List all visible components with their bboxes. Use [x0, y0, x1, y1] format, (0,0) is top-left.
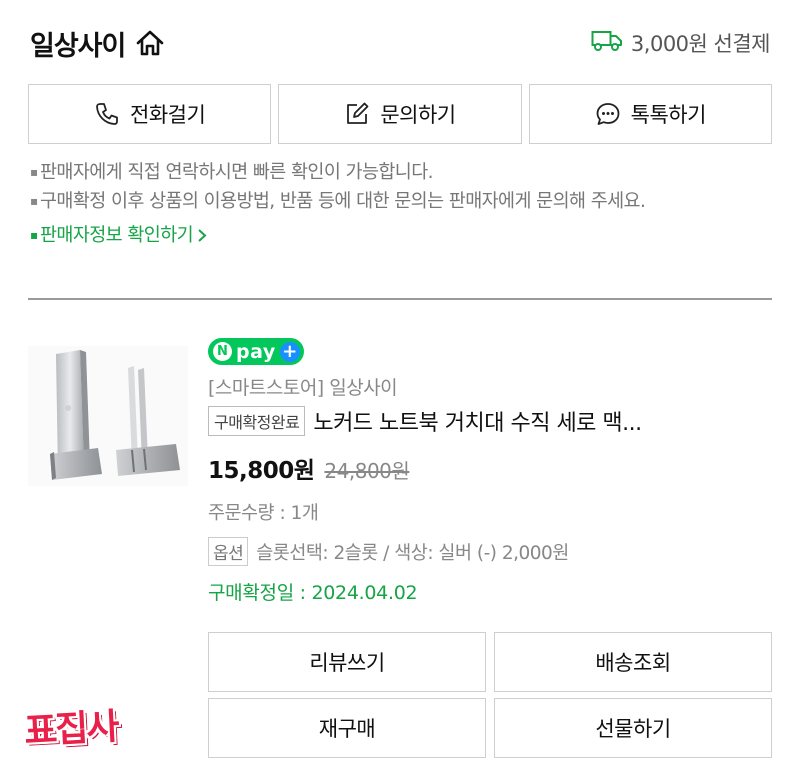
- call-button-label: 전화걸기: [130, 103, 206, 127]
- npay-label: pay: [236, 340, 276, 363]
- home-icon[interactable]: [135, 29, 165, 57]
- order-quantity: 주문수량 : 1개: [208, 503, 319, 524]
- seller-info-link[interactable]: ▪ 판매자정보 확인하기: [30, 221, 772, 259]
- option-tag: 옵션: [208, 537, 249, 566]
- chevron-right-icon: [196, 221, 208, 259]
- notice-list: ▪ 판매자에게 직접 연락하시면 빠른 확인이 가능합니다. ▪ 구매확정 이후…: [30, 158, 772, 259]
- order-actions: 리뷰쓰기 배송조회 재구매 선물하기: [208, 632, 772, 758]
- shipping-text: 3,000원 선결제: [630, 32, 771, 56]
- product-store: [스마트스토어] 일상사이: [208, 377, 398, 399]
- product-name[interactable]: 노커드 노트북 거치대 수직 세로 맥...: [313, 405, 641, 437]
- notice-text: 구매확정 이후 상품의 이용방법, 반품 등에 대한 문의는 판매자에게 문의해…: [40, 191, 646, 212]
- confirm-date: 구매확정일 : 2024.04.02: [208, 582, 418, 604]
- store-title[interactable]: 일상사이: [30, 24, 165, 63]
- bullet-icon: ▪: [30, 228, 38, 242]
- watermark-text: 표집사: [23, 706, 119, 753]
- talk-button-label: 톡톡하기: [630, 103, 707, 127]
- original-price: 24,800원: [324, 459, 410, 483]
- notice-item: ▪ 판매자에게 직접 연락하시면 빠른 확인이 가능합니다.: [30, 158, 772, 187]
- section-divider: [28, 298, 772, 300]
- bullet-icon: ▪: [30, 165, 38, 179]
- shipping-info: 3,000원 선결제: [591, 28, 771, 58]
- write-review-button[interactable]: 리뷰쓰기: [208, 632, 486, 692]
- inquiry-button[interactable]: 문의하기: [278, 84, 522, 144]
- edit-icon: [344, 101, 370, 127]
- product-thumbnail[interactable]: [28, 346, 188, 486]
- price-row: 15,800원 24,800원: [208, 451, 772, 485]
- inquiry-button-label: 문의하기: [380, 103, 456, 127]
- repurchase-button[interactable]: 재구매: [208, 698, 486, 758]
- chat-icon: [595, 101, 621, 127]
- option-row: 옵션 슬롯선택: 2슬롯 / 색상: 실버 (-) 2,000원: [208, 537, 772, 566]
- track-delivery-button[interactable]: 배송조회: [494, 632, 772, 692]
- call-button[interactable]: 전화걸기: [28, 84, 272, 144]
- notice-item: ▪ 구매확정 이후 상품의 이용방법, 반품 등에 대한 문의는 판매자에게 문…: [30, 187, 772, 216]
- seller-info-link-label[interactable]: 판매자정보 확인하기: [40, 221, 194, 259]
- gift-button[interactable]: 선물하기: [494, 698, 772, 758]
- npay-plus-badge: N pay +: [208, 338, 304, 365]
- status-badge: 구매확정완료: [208, 406, 306, 436]
- option-text: 슬롯선택: 2슬롯 / 색상: 실버 (-) 2,000원: [256, 542, 569, 564]
- npay-n-icon: N: [213, 342, 232, 361]
- product-title-row[interactable]: 구매확정완료 노커드 노트북 거치대 수직 세로 맥...: [208, 405, 772, 437]
- truck-icon: [591, 30, 623, 57]
- product-price: 15,800원: [208, 458, 315, 484]
- store-name[interactable]: 일상사이: [30, 24, 126, 63]
- bullet-icon: ▪: [30, 194, 38, 208]
- contact-button-row: 전화걸기 문의하기 톡톡하기: [28, 84, 772, 144]
- plus-icon: +: [279, 341, 300, 362]
- talk-button[interactable]: 톡톡하기: [528, 84, 772, 144]
- phone-icon: [94, 101, 120, 127]
- product-info: N pay + [스마트스토어] 일상사이 구매확정완료 노커드 노트북 거치대…: [208, 338, 772, 605]
- store-header: 일상사이 3,000원 선결제: [30, 22, 771, 64]
- notice-text: 판매자에게 직접 연락하시면 빠른 확인이 가능합니다.: [40, 162, 434, 183]
